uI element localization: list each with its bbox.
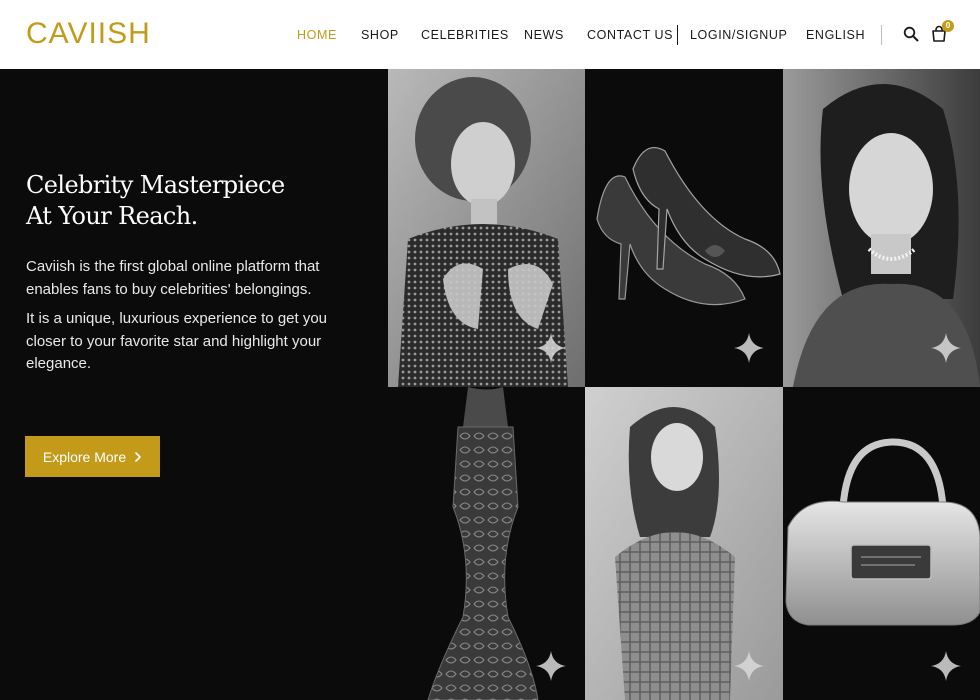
explore-more-label: Explore More bbox=[42, 448, 127, 465]
sparkle-icon bbox=[734, 651, 764, 681]
search-icon[interactable] bbox=[903, 26, 919, 42]
nav-item-home[interactable]: HOME bbox=[297, 28, 337, 42]
nav-item-shop[interactable]: SHOP bbox=[361, 28, 399, 42]
login-signup-link[interactable]: LOGIN/SIGNUP bbox=[690, 28, 788, 42]
nav-divider-secondary bbox=[881, 25, 882, 45]
nav-item-news[interactable]: NEWS bbox=[524, 28, 564, 42]
nav-divider bbox=[677, 25, 678, 45]
hero-description-2: It is a unique, luxurious experience to … bbox=[26, 310, 328, 372]
hero-title: Celebrity Masterpiece At Your Reach. bbox=[26, 170, 356, 232]
brand-logo[interactable]: CAVIISH bbox=[26, 19, 151, 49]
nav-item-celebrities[interactable]: CELEBRITIES bbox=[421, 28, 509, 42]
language-selector[interactable]: ENGLISH bbox=[806, 28, 865, 42]
hero-description-1: Caviish is the first global online platf… bbox=[26, 258, 320, 298]
sparkle-icon bbox=[931, 333, 961, 363]
chevron-right-icon bbox=[135, 451, 141, 462]
sparkle-icon bbox=[536, 651, 566, 681]
site-header: CAVIISH HOME SHOP CELEBRITIES NEWS CONTA… bbox=[0, 0, 980, 69]
hero-title-line-2: At Your Reach. bbox=[26, 202, 198, 230]
sparkle-icon bbox=[536, 333, 566, 363]
sparkle-icon bbox=[734, 333, 764, 363]
cart-count-badge: 0 bbox=[942, 20, 954, 32]
nav-item-contact-us[interactable]: CONTACT US bbox=[587, 28, 673, 42]
sparkle-icon bbox=[931, 651, 961, 681]
explore-more-button[interactable]: Explore More bbox=[25, 436, 160, 477]
hero-title-line-1: Celebrity Masterpiece bbox=[26, 171, 285, 199]
